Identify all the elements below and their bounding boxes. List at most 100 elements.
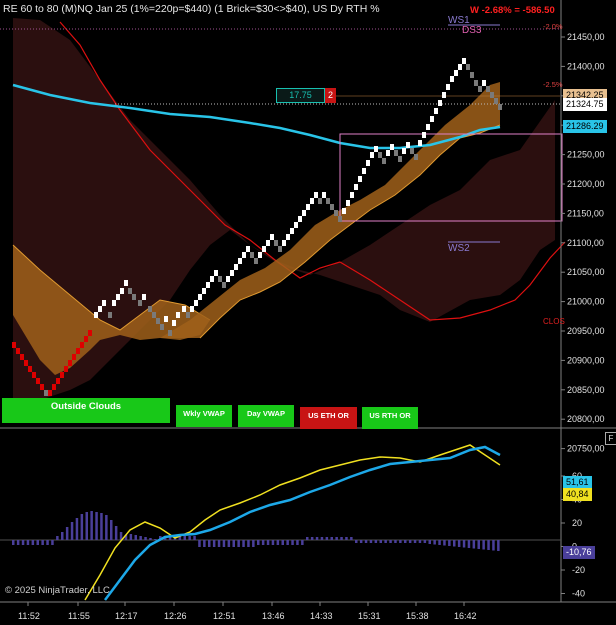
renko-brick bbox=[36, 378, 40, 384]
histogram-bar bbox=[208, 540, 211, 547]
time-axis-label: 12:51 bbox=[213, 611, 236, 621]
renko-brick bbox=[334, 210, 338, 216]
renko-brick bbox=[446, 84, 450, 90]
histogram-bar bbox=[389, 540, 392, 543]
histogram-bar bbox=[217, 540, 221, 547]
renko-brick bbox=[124, 280, 128, 286]
chart-window: 21450,0021400,0021350,0021300,0021250,00… bbox=[0, 0, 616, 625]
renko-brick bbox=[374, 146, 378, 152]
indicator-axis-label: 20 bbox=[572, 518, 582, 528]
renko-brick bbox=[394, 150, 398, 156]
renko-brick bbox=[230, 270, 234, 276]
histogram-bar bbox=[340, 537, 343, 540]
time-axis-label: 11:55 bbox=[68, 611, 90, 621]
histogram-bar bbox=[110, 520, 113, 540]
renko-brick bbox=[76, 348, 80, 354]
panel-flag-icon[interactable]: F bbox=[605, 432, 616, 445]
renko-brick bbox=[56, 378, 60, 384]
histogram-bar bbox=[296, 540, 299, 545]
histogram-bar bbox=[75, 518, 79, 540]
renko-brick bbox=[148, 306, 152, 312]
histogram-bar bbox=[384, 540, 387, 543]
time-axis-label: 11:52 bbox=[18, 611, 40, 621]
renko-brick bbox=[462, 58, 466, 64]
histogram-bar bbox=[144, 537, 147, 540]
price-axis-label: 20900,00 bbox=[567, 355, 605, 365]
us-eth-or-button[interactable]: US ETH OR bbox=[300, 407, 357, 429]
renko-brick bbox=[338, 216, 342, 222]
time-axis-label: 14:33 bbox=[310, 611, 333, 621]
renko-brick bbox=[290, 228, 294, 234]
price-axis-label: 21200,00 bbox=[567, 179, 605, 189]
renko-brick bbox=[318, 198, 322, 204]
time-axis-label: 12:17 bbox=[115, 611, 138, 621]
momentum-histogram bbox=[12, 511, 500, 551]
histogram-bar bbox=[237, 540, 240, 547]
wkly-vwap-button[interactable]: Wkly VWAP bbox=[176, 405, 232, 427]
histogram-bar bbox=[95, 512, 98, 540]
renko-brick bbox=[40, 384, 44, 390]
histogram-bar bbox=[364, 540, 368, 543]
renko-brick bbox=[326, 198, 330, 204]
renko-brick bbox=[454, 70, 458, 76]
renko-brick bbox=[366, 160, 370, 166]
time-axis-label: 15:38 bbox=[406, 611, 429, 621]
histogram-bar bbox=[301, 540, 304, 545]
renko-brick bbox=[190, 306, 194, 312]
histogram-bar bbox=[369, 540, 373, 543]
renko-brick bbox=[286, 234, 290, 240]
renko-brick bbox=[342, 208, 346, 214]
histogram-bar bbox=[355, 540, 358, 543]
histogram-bar bbox=[222, 540, 226, 547]
price-axis-label: 21400,00 bbox=[567, 61, 605, 71]
histogram-bar bbox=[227, 540, 231, 547]
renko-brick bbox=[390, 144, 394, 150]
renko-brick bbox=[354, 184, 358, 190]
us-rth-or-button[interactable]: US RTH OR bbox=[362, 407, 418, 429]
renko-brick bbox=[52, 384, 56, 390]
renko-brick bbox=[470, 72, 474, 78]
order-flag-count: 2 bbox=[325, 88, 336, 103]
histogram-bar bbox=[242, 540, 245, 547]
histogram-bar bbox=[462, 540, 466, 548]
clos-label: CLOS bbox=[543, 317, 565, 326]
histogram-bar bbox=[46, 540, 49, 545]
renko-brick bbox=[226, 276, 230, 282]
histogram-bar bbox=[413, 540, 417, 543]
histogram-bar bbox=[70, 522, 74, 540]
histogram-bar bbox=[134, 535, 137, 540]
renko-brick bbox=[60, 372, 64, 378]
renko-brick bbox=[278, 246, 282, 252]
outside-clouds-button[interactable]: Outside Clouds bbox=[2, 398, 170, 423]
renko-brick bbox=[210, 276, 214, 282]
histogram-bar bbox=[467, 540, 471, 548]
histogram-bar bbox=[438, 540, 441, 545]
renko-brick bbox=[176, 312, 180, 318]
histogram-bar bbox=[232, 540, 235, 547]
renko-brick bbox=[16, 348, 20, 354]
histogram-bar bbox=[330, 537, 333, 540]
order-flag[interactable]: 17.75 2 bbox=[276, 88, 336, 103]
renko-brick bbox=[172, 320, 176, 326]
renko-brick bbox=[24, 360, 28, 366]
histogram-bar bbox=[418, 540, 422, 543]
renko-brick bbox=[202, 288, 206, 294]
renko-brick bbox=[128, 288, 132, 294]
renko-brick bbox=[218, 276, 222, 282]
day-vwap-button[interactable]: Day VWAP bbox=[238, 405, 294, 427]
histogram-bar bbox=[315, 537, 319, 540]
time-axis: 11:52 11:55 12:17 12:26 12:51 13:46 14:33 15:31… bbox=[18, 602, 477, 621]
histogram-bar bbox=[394, 540, 397, 543]
renko-brick bbox=[330, 204, 334, 210]
histogram-bar bbox=[252, 540, 255, 547]
stoch-yellow-line bbox=[84, 444, 501, 601]
time-axis-label: 12:26 bbox=[164, 611, 187, 621]
renko-brick bbox=[164, 316, 168, 322]
histogram-bar bbox=[492, 540, 495, 551]
histogram-bar bbox=[266, 540, 270, 545]
renko-brick bbox=[474, 80, 478, 86]
histogram-bar bbox=[247, 540, 250, 547]
histogram-bar bbox=[457, 540, 461, 547]
renko-brick bbox=[102, 300, 106, 306]
renko-brick bbox=[98, 306, 102, 312]
